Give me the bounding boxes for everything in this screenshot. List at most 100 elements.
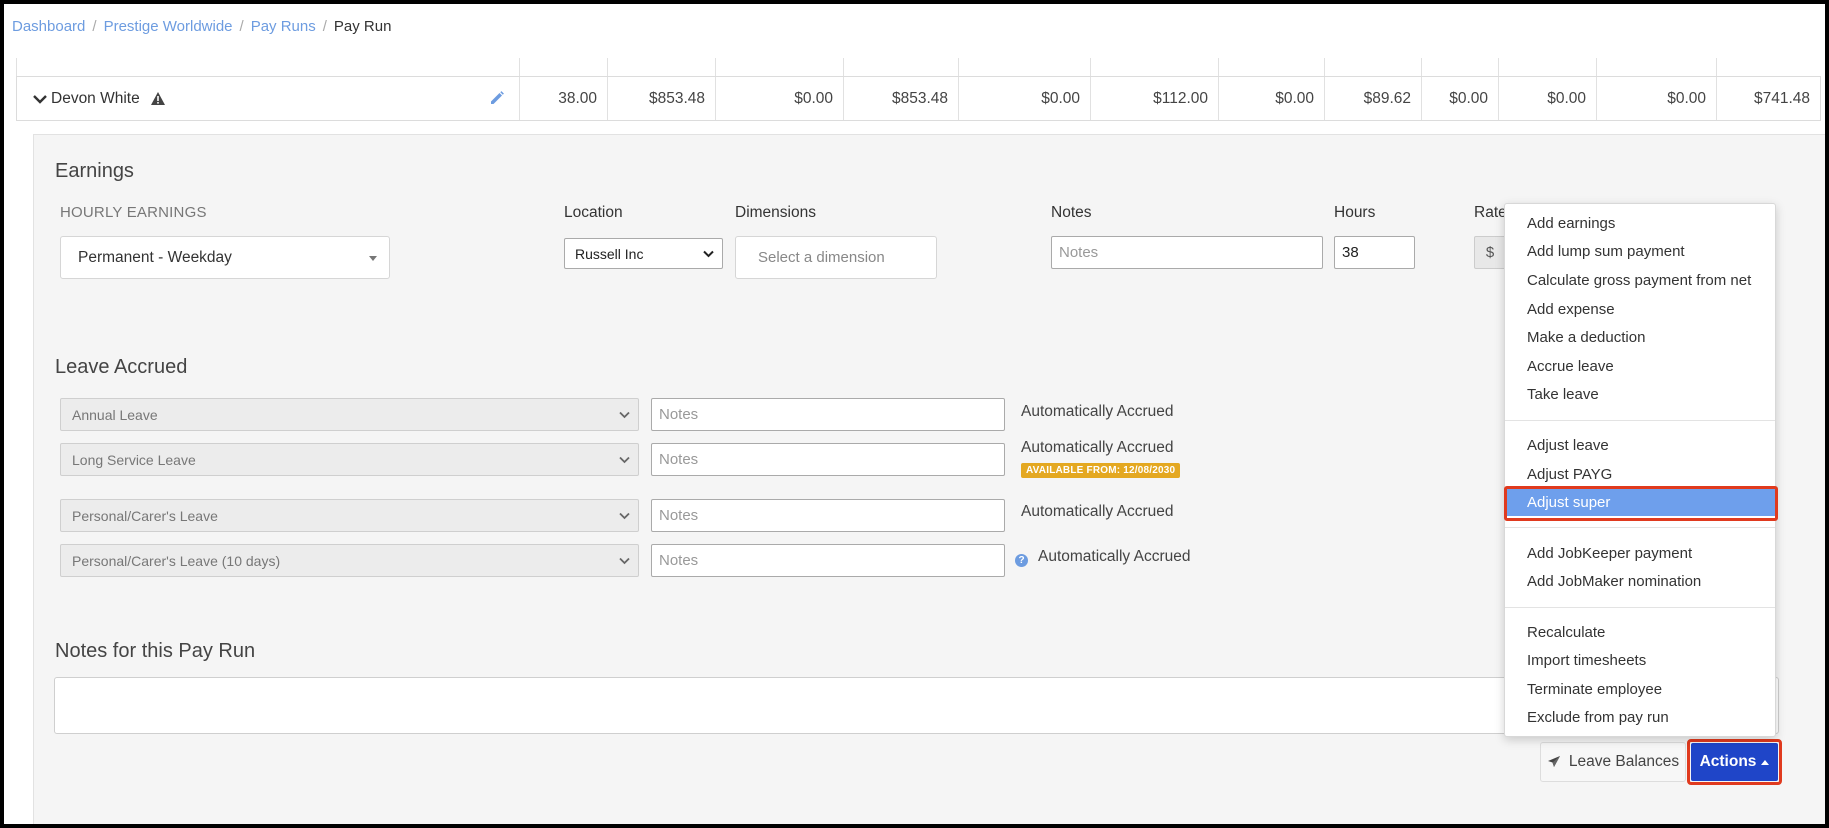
menu-item-add-jobkeeper-payment[interactable]: Add JobKeeper payment bbox=[1505, 539, 1775, 567]
actions-button[interactable]: Actions bbox=[1691, 743, 1778, 781]
menu-item-recalculate[interactable]: Recalculate bbox=[1505, 618, 1775, 646]
cell-gross: $853.48 bbox=[608, 77, 716, 120]
breadcrumb-separator: / bbox=[92, 18, 97, 35]
notes-label: Notes bbox=[1051, 204, 1092, 221]
leave-type-value: Long Service Leave bbox=[72, 451, 196, 468]
leave-notes-input[interactable]: Notes bbox=[651, 443, 1005, 476]
leave-type-value: Personal/Carer's Leave bbox=[72, 507, 218, 524]
leave-type-value: Personal/Carer's Leave (10 days) bbox=[72, 552, 281, 569]
app-window: Dashboard / Prestige Worldwide / Pay Run… bbox=[0, 0, 1829, 828]
chevron-down-icon bbox=[619, 557, 630, 564]
location-value: Russell Inc bbox=[575, 245, 644, 262]
help-icon[interactable]: ? bbox=[1015, 554, 1028, 567]
menu-item-add-lump-sum-payment[interactable]: Add lump sum payment bbox=[1505, 237, 1775, 265]
hourly-earnings-label: HOURLY EARNINGS bbox=[60, 204, 207, 221]
leave-notes-placeholder: Notes bbox=[659, 507, 699, 524]
cell-value: $0.00 bbox=[1597, 77, 1717, 120]
breadcrumb-separator: / bbox=[239, 18, 244, 35]
menu-item-add-earnings[interactable]: Add earnings bbox=[1505, 209, 1775, 237]
menu-item-take-leave[interactable]: Take leave bbox=[1505, 380, 1775, 408]
cell-value: $0.00 bbox=[1422, 77, 1499, 120]
leave-status: Automatically Accrued bbox=[1038, 548, 1191, 565]
menu-item-exclude-from-pay-run[interactable]: Exclude from pay run bbox=[1505, 703, 1775, 731]
hours-value: 38 bbox=[1342, 244, 1359, 261]
employee-name-cell[interactable]: Devon White bbox=[17, 77, 520, 120]
chevron-down-icon bbox=[703, 250, 714, 257]
pay-category-select[interactable]: Permanent - Weekday bbox=[60, 236, 390, 279]
leave-type-select[interactable]: Personal/Carer's Leave (10 days) bbox=[60, 544, 639, 577]
leave-status: Automatically Accrued bbox=[1021, 439, 1174, 456]
leave-type-select[interactable]: Personal/Carer's Leave bbox=[60, 499, 639, 532]
actions-label: Actions bbox=[1699, 753, 1757, 770]
menu-item-terminate-employee[interactable]: Terminate employee bbox=[1505, 675, 1775, 703]
pay-run-notes-title: Notes for this Pay Run bbox=[55, 640, 256, 662]
earnings-title: Earnings bbox=[55, 160, 134, 182]
menu-item-adjust-payg[interactable]: Adjust PAYG bbox=[1505, 460, 1775, 488]
actions-dropdown-menu: Add earnings Add lump sum payment Calcul… bbox=[1504, 203, 1776, 737]
rate-currency-prefix: $ bbox=[1474, 236, 1506, 269]
cell-value: $89.62 bbox=[1325, 77, 1422, 120]
leave-accrued-title: Leave Accrued bbox=[55, 356, 188, 378]
breadcrumb-separator: / bbox=[322, 18, 327, 35]
menu-item-adjust-leave[interactable]: Adjust leave bbox=[1505, 431, 1775, 459]
hours-input[interactable]: 38 bbox=[1334, 236, 1415, 269]
chevron-down-icon bbox=[619, 512, 630, 519]
cell-value: $0.00 bbox=[1499, 77, 1597, 120]
cell-hours: 38.00 bbox=[520, 77, 608, 120]
chevron-down-icon bbox=[619, 456, 630, 463]
breadcrumb-pay-runs[interactable]: Pay Runs bbox=[251, 18, 316, 35]
leave-balances-label: Leave Balances bbox=[1568, 753, 1680, 770]
menu-item-add-expense[interactable]: Add expense bbox=[1505, 295, 1775, 323]
leave-type-select[interactable]: Long Service Leave bbox=[60, 443, 639, 476]
cell-value: $853.48 bbox=[844, 77, 959, 120]
warning-icon bbox=[150, 92, 165, 105]
location-select[interactable]: Russell Inc bbox=[564, 238, 723, 269]
hours-label: Hours bbox=[1334, 204, 1376, 221]
available-from-badge: AVAILABLE FROM: 12/08/2030 bbox=[1021, 463, 1181, 478]
rate-prefix-symbol: $ bbox=[1485, 244, 1495, 261]
rate-label: Rate bbox=[1474, 204, 1507, 221]
leave-notes-placeholder: Notes bbox=[659, 451, 699, 468]
plane-icon bbox=[1547, 756, 1560, 767]
table-row[interactable]: Devon White 38.00 $853.48 $0.00 $853.48 … bbox=[16, 76, 1821, 121]
location-label: Location bbox=[564, 204, 623, 221]
leave-notes-input[interactable]: Notes bbox=[651, 499, 1005, 532]
chevron-down-icon[interactable] bbox=[33, 94, 47, 104]
menu-item-calculate-gross-from-net[interactable]: Calculate gross payment from net bbox=[1505, 266, 1775, 294]
menu-item-make-deduction[interactable]: Make a deduction bbox=[1505, 323, 1775, 351]
earnings-notes-input[interactable]: Notes bbox=[1051, 236, 1323, 269]
dimensions-label: Dimensions bbox=[735, 204, 816, 221]
caret-up-icon bbox=[1761, 759, 1770, 765]
dimension-select[interactable]: Select a dimension bbox=[735, 236, 937, 279]
cell-value: $0.00 bbox=[716, 77, 844, 120]
menu-item-import-timesheets[interactable]: Import timesheets bbox=[1505, 646, 1775, 674]
leave-type-value: Annual Leave bbox=[72, 406, 158, 423]
menu-divider bbox=[1505, 607, 1775, 608]
cell-value: $112.00 bbox=[1091, 77, 1219, 120]
cell-value: $0.00 bbox=[1219, 77, 1325, 120]
chevron-down-icon bbox=[619, 411, 630, 418]
pencil-icon[interactable] bbox=[489, 90, 505, 106]
leave-notes-input[interactable]: Notes bbox=[651, 398, 1005, 431]
leave-notes-placeholder: Notes bbox=[659, 406, 699, 423]
menu-item-accrue-leave[interactable]: Accrue leave bbox=[1505, 352, 1775, 380]
menu-divider bbox=[1505, 527, 1775, 528]
earnings-notes-placeholder: Notes bbox=[1059, 244, 1099, 261]
menu-item-add-jobmaker-nomination[interactable]: Add JobMaker nomination bbox=[1505, 567, 1775, 595]
cell-value: $0.00 bbox=[959, 77, 1091, 120]
breadcrumb-dashboard[interactable]: Dashboard bbox=[12, 18, 85, 35]
breadcrumb-business[interactable]: Prestige Worldwide bbox=[104, 18, 233, 35]
leave-type-select[interactable]: Annual Leave bbox=[60, 398, 639, 431]
leave-notes-input[interactable]: Notes bbox=[651, 544, 1005, 577]
breadcrumb-current: Pay Run bbox=[333, 18, 392, 35]
leave-status: Automatically Accrued bbox=[1021, 403, 1174, 420]
menu-item-adjust-super[interactable]: Adjust super bbox=[1505, 488, 1775, 516]
leave-notes-placeholder: Notes bbox=[659, 552, 699, 569]
cell-net: $741.48 bbox=[1753, 89, 1810, 107]
leave-status: Automatically Accrued bbox=[1021, 503, 1174, 520]
pay-category-value: Permanent - Weekday bbox=[78, 248, 232, 266]
dimension-placeholder: Select a dimension bbox=[758, 249, 885, 266]
employee-name: Devon White bbox=[51, 89, 140, 107]
leave-balances-button[interactable]: Leave Balances bbox=[1540, 742, 1686, 782]
table-header-stub bbox=[16, 58, 1821, 76]
